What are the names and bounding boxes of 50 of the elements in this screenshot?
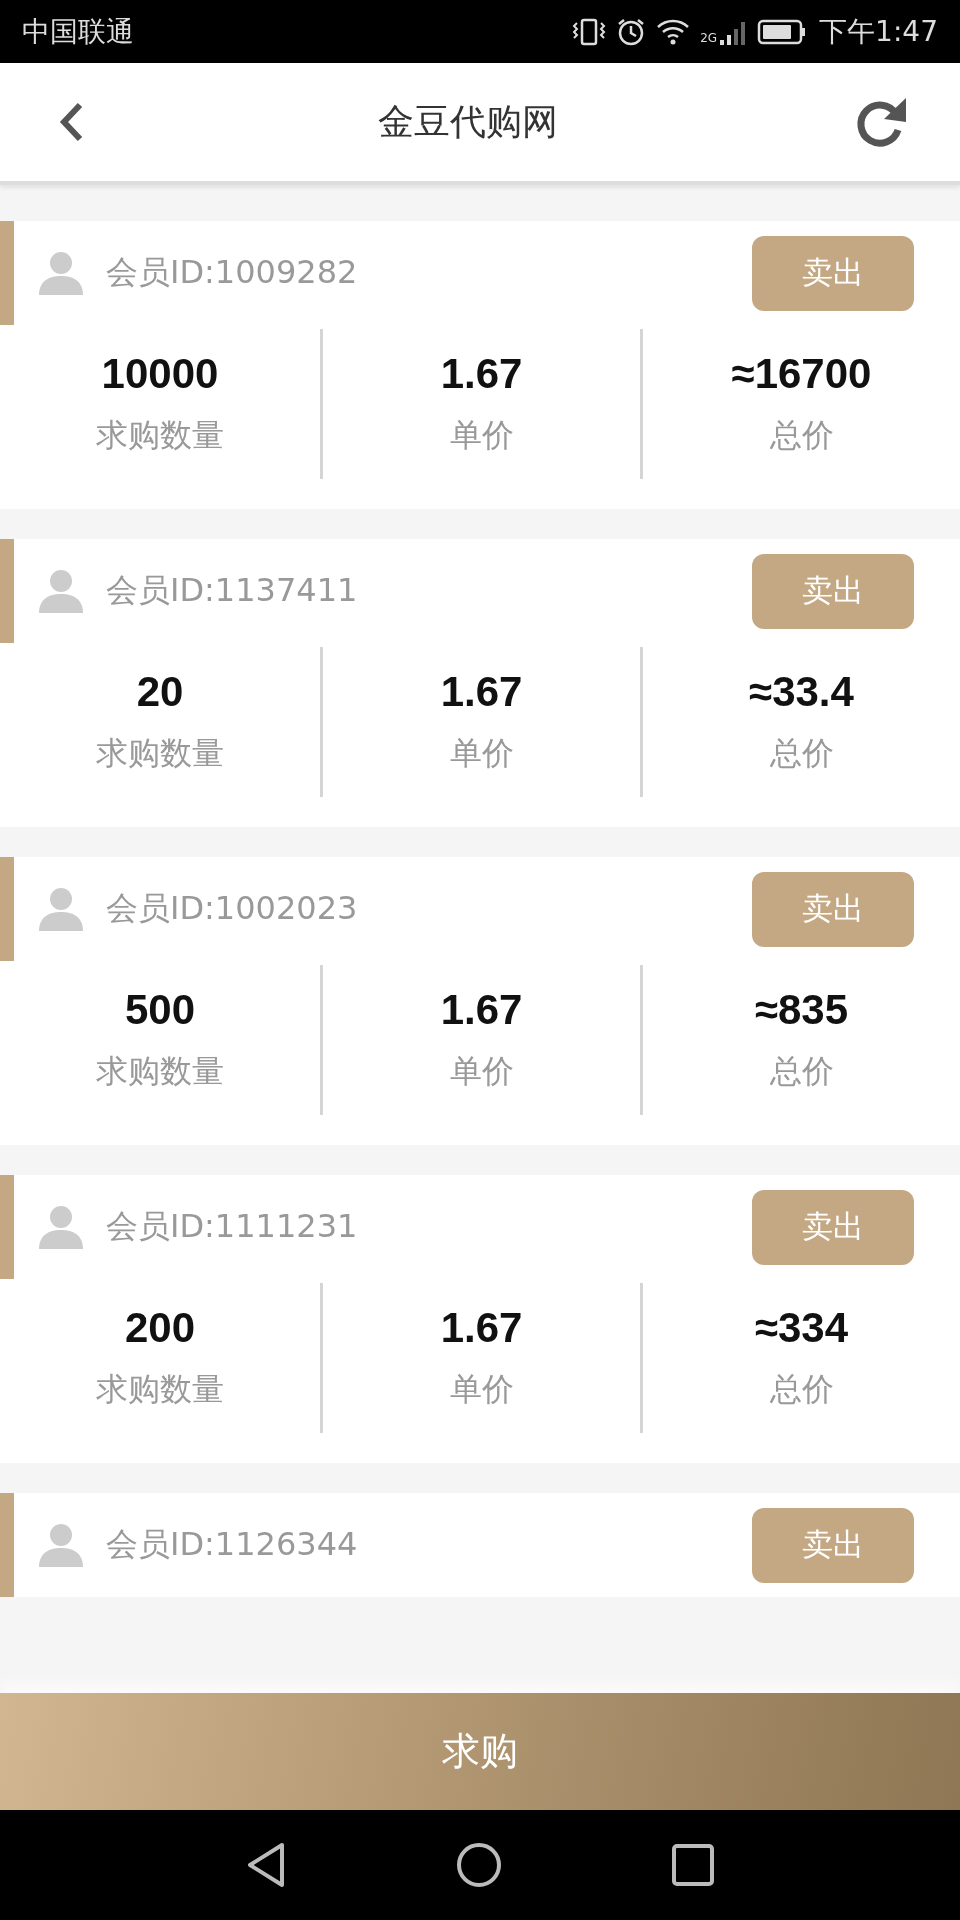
stat-value: 20 bbox=[136, 668, 184, 716]
stat-label: 总价 bbox=[769, 415, 834, 456]
stat-label: 总价 bbox=[769, 733, 834, 774]
user-icon bbox=[38, 569, 84, 613]
home-icon[interactable] bbox=[456, 1842, 502, 1888]
stat-value: ≈33.4 bbox=[749, 668, 854, 716]
stat-label: 求购数量 bbox=[96, 1369, 224, 1410]
network-label: 2G bbox=[700, 30, 718, 45]
user-icon bbox=[38, 1205, 84, 1249]
back-nav-icon[interactable] bbox=[246, 1842, 286, 1888]
clock-label: 下午1:47 bbox=[819, 13, 938, 50]
stat-label: 求购数量 bbox=[96, 733, 224, 774]
stat-label: 总价 bbox=[769, 1051, 834, 1092]
battery-icon bbox=[757, 18, 808, 45]
stat-label: 单价 bbox=[449, 415, 514, 456]
stat-value: 1.67 bbox=[440, 350, 523, 398]
sell-button[interactable]: 卖出 bbox=[752, 235, 914, 311]
stat-value: 1.67 bbox=[440, 1304, 523, 1352]
member-id: 会员ID:1111231 bbox=[106, 1206, 359, 1247]
stat-value: 200 bbox=[124, 1304, 196, 1352]
user-icon bbox=[38, 251, 84, 295]
user-icon bbox=[38, 1523, 84, 1567]
stat-value: 1.67 bbox=[440, 986, 523, 1034]
stat-value: ≈835 bbox=[754, 986, 849, 1034]
stat-value: ≈16700 bbox=[731, 350, 872, 398]
sell-button[interactable]: 卖出 bbox=[752, 871, 914, 947]
carrier-label: 中国联通 bbox=[22, 13, 134, 50]
stat-label: 求购数量 bbox=[96, 1051, 224, 1092]
sell-button[interactable]: 卖出 bbox=[752, 1507, 914, 1583]
stat-label: 单价 bbox=[449, 1051, 514, 1092]
sell-button[interactable]: 卖出 bbox=[752, 553, 914, 629]
stat-value: ≈334 bbox=[754, 1304, 849, 1352]
member-id: 会员ID:1137411 bbox=[106, 570, 359, 611]
buy-button[interactable]: 求购 bbox=[0, 1693, 960, 1810]
stat-label: 单价 bbox=[449, 733, 514, 774]
member-id: 会员ID:1002023 bbox=[106, 888, 359, 929]
wifi-icon bbox=[656, 17, 691, 46]
recents-icon[interactable] bbox=[672, 1844, 714, 1886]
member-id: 会员ID:1009282 bbox=[106, 252, 359, 293]
stat-label: 求购数量 bbox=[96, 415, 224, 456]
page-title: 金豆代购网 bbox=[378, 99, 558, 144]
sell-button[interactable]: 卖出 bbox=[752, 1189, 914, 1265]
stat-value: 500 bbox=[124, 986, 196, 1034]
stat-value: 1.67 bbox=[440, 668, 523, 716]
vibrate-icon bbox=[572, 16, 607, 47]
stat-value: 10000 bbox=[101, 350, 219, 398]
user-icon bbox=[38, 887, 84, 931]
stat-label: 总价 bbox=[769, 1369, 834, 1410]
member-id: 会员ID:1126344 bbox=[106, 1524, 359, 1565]
stat-label: 单价 bbox=[449, 1369, 514, 1410]
